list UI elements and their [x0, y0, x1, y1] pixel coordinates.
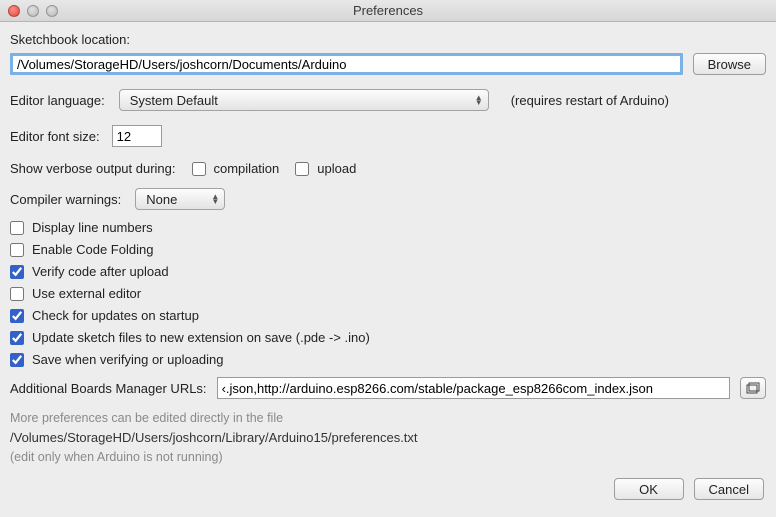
- compiler-warnings-label: Compiler warnings:: [10, 192, 121, 207]
- boards-url-label: Additional Boards Manager URLs:: [10, 381, 207, 396]
- minimize-icon: [27, 5, 39, 17]
- option-checkbox[interactable]: [10, 221, 24, 235]
- option-label: Enable Code Folding: [32, 242, 153, 257]
- window-stack-icon: [746, 382, 760, 394]
- compiler-warnings-select[interactable]: None ▲▼: [135, 188, 225, 210]
- language-note: (requires restart of Arduino): [511, 93, 669, 108]
- option-row[interactable]: Enable Code Folding: [10, 242, 766, 257]
- option-row[interactable]: Check for updates on startup: [10, 308, 766, 323]
- option-row[interactable]: Verify code after upload: [10, 264, 766, 279]
- option-label: Save when verifying or uploading: [32, 352, 224, 367]
- verbose-compilation-checkbox[interactable]: [192, 162, 206, 176]
- option-row[interactable]: Use external editor: [10, 286, 766, 301]
- compiler-warnings-value: None: [146, 192, 177, 207]
- option-checkbox[interactable]: [10, 331, 24, 345]
- more-prefs-line1: More preferences can be edited directly …: [10, 411, 766, 425]
- option-row[interactable]: Save when verifying or uploading: [10, 352, 766, 367]
- cancel-button[interactable]: Cancel: [694, 478, 764, 500]
- font-size-input[interactable]: [112, 125, 162, 147]
- option-checkbox[interactable]: [10, 309, 24, 323]
- boards-url-input[interactable]: [217, 377, 730, 399]
- option-label: Display line numbers: [32, 220, 153, 235]
- browse-button[interactable]: Browse: [693, 53, 766, 75]
- verbose-label: Show verbose output during:: [10, 161, 176, 176]
- option-label: Check for updates on startup: [32, 308, 199, 323]
- editor-language-label: Editor language:: [10, 93, 105, 108]
- sketchbook-label: Sketchbook location:: [10, 32, 766, 47]
- option-label: Verify code after upload: [32, 264, 169, 279]
- option-row[interactable]: Update sketch files to new extension on …: [10, 330, 766, 345]
- option-checkbox[interactable]: [10, 287, 24, 301]
- verbose-compilation-label: compilation: [214, 161, 280, 176]
- zoom-icon: [46, 5, 58, 17]
- ok-button[interactable]: OK: [614, 478, 684, 500]
- titlebar: Preferences: [0, 0, 776, 22]
- more-prefs-path: /Volumes/StorageHD/Users/joshcorn/Librar…: [10, 430, 766, 445]
- editor-language-select[interactable]: System Default ▲▼: [119, 89, 489, 111]
- option-checkbox[interactable]: [10, 353, 24, 367]
- verbose-upload-label: upload: [317, 161, 356, 176]
- close-icon[interactable]: [8, 5, 20, 17]
- sketchbook-input[interactable]: [10, 53, 683, 75]
- editor-language-value: System Default: [130, 93, 218, 108]
- option-label: Update sketch files to new extension on …: [32, 330, 370, 345]
- option-label: Use external editor: [32, 286, 141, 301]
- chevron-updown-icon: ▲▼: [475, 95, 483, 105]
- chevron-updown-icon: ▲▼: [211, 194, 219, 204]
- option-checkbox[interactable]: [10, 243, 24, 257]
- option-row[interactable]: Display line numbers: [10, 220, 766, 235]
- more-prefs-line3: (edit only when Arduino is not running): [10, 450, 766, 464]
- option-checkbox[interactable]: [10, 265, 24, 279]
- window-title: Preferences: [0, 3, 776, 18]
- verbose-upload-checkbox[interactable]: [295, 162, 309, 176]
- boards-url-expand-button[interactable]: [740, 377, 766, 399]
- font-size-label: Editor font size:: [10, 129, 100, 144]
